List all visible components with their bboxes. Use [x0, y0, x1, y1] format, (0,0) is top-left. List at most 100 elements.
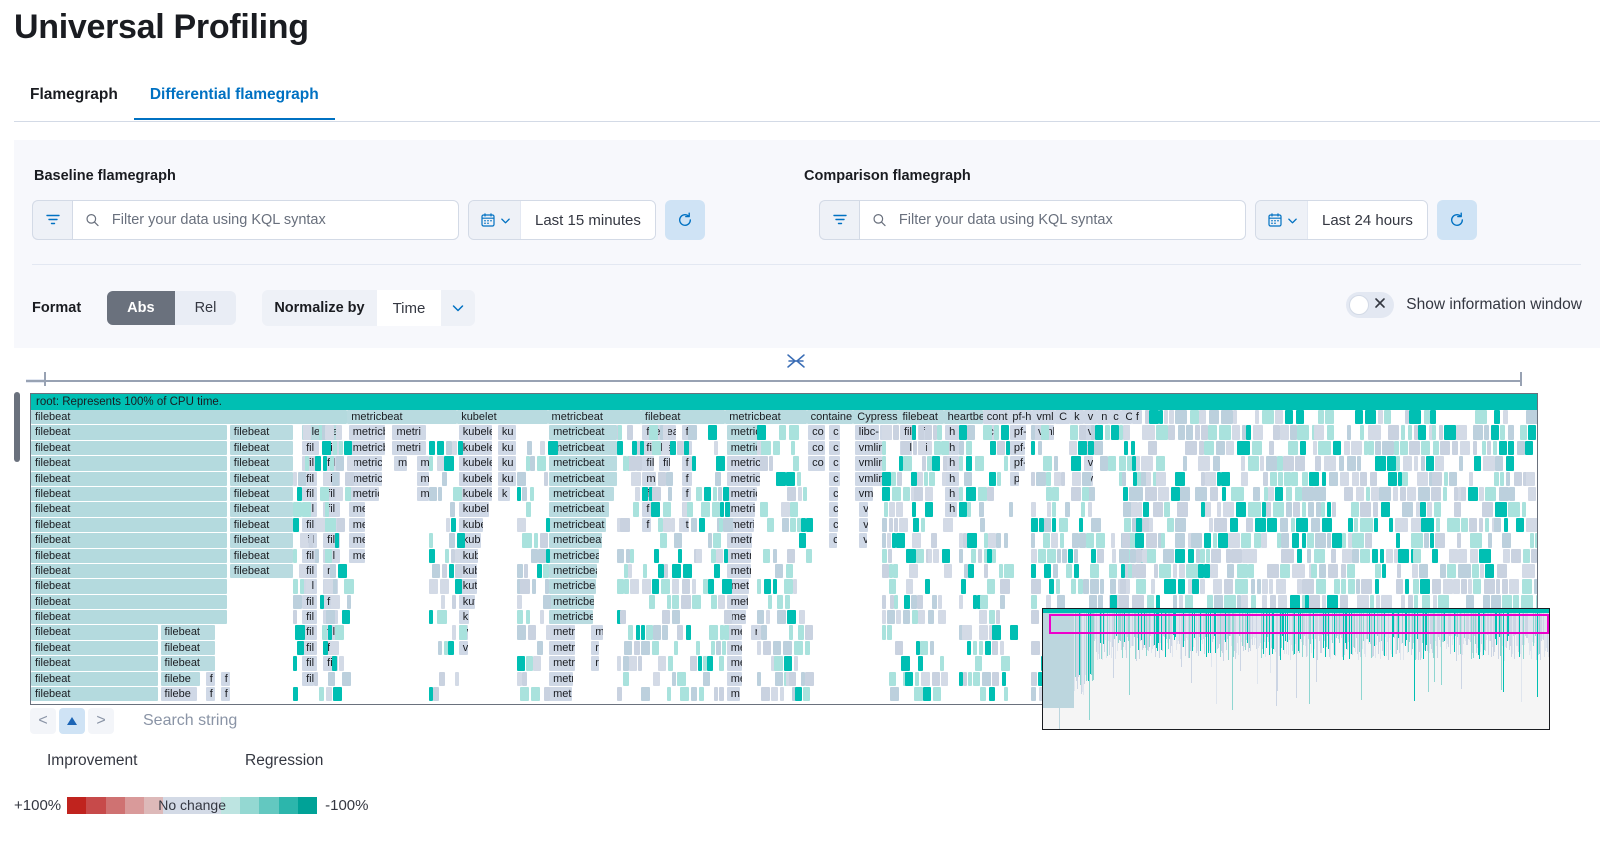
flamegraph-frame[interactable] — [546, 625, 550, 639]
flamegraph-frame[interactable] — [1223, 456, 1233, 470]
flamegraph-frame[interactable] — [438, 487, 442, 501]
flamegraph-frame[interactable] — [1281, 549, 1294, 563]
flamegraph-frame[interactable] — [1419, 564, 1428, 578]
flamegraph-frame[interactable] — [987, 579, 995, 593]
flamegraph-frame[interactable] — [1031, 641, 1040, 655]
flamegraph-frame[interactable]: metricbeat — [549, 595, 594, 609]
flamegraph-frame[interactable] — [1526, 518, 1537, 532]
flamegraph-frame[interactable] — [530, 456, 535, 470]
flamegraph-frame[interactable]: m — [417, 487, 429, 501]
flamegraph-frame[interactable] — [882, 610, 886, 624]
flamegraph-frame[interactable] — [319, 687, 324, 701]
flamegraph-frame[interactable] — [889, 579, 896, 593]
flamegraph-frame[interactable] — [805, 672, 814, 686]
flamegraph-frame[interactable] — [711, 641, 715, 655]
flamegraph-frame[interactable] — [1342, 533, 1346, 547]
flamegraph-frame[interactable] — [1177, 502, 1188, 516]
flamegraph-frame[interactable] — [882, 564, 889, 578]
flamegraph-frame[interactable] — [687, 502, 694, 516]
flamegraph-frame[interactable] — [1517, 441, 1525, 455]
flamegraph-frame[interactable] — [1264, 487, 1268, 501]
flamegraph-frame[interactable] — [1186, 564, 1197, 578]
flamegraph-frame[interactable] — [1276, 579, 1286, 593]
flamegraph-frame[interactable] — [1062, 549, 1067, 563]
flamegraph-frame[interactable]: fil — [659, 456, 670, 470]
flamegraph-frame[interactable] — [1139, 441, 1146, 455]
flamegraph-frame[interactable]: metricbeat — [549, 518, 606, 532]
flamegraph-frame[interactable] — [1185, 595, 1193, 609]
flamegraph-frame[interactable] — [1466, 595, 1474, 609]
flamegraph-frame[interactable] — [1461, 410, 1474, 424]
flamegraph-frame[interactable] — [925, 502, 934, 516]
flamegraph-frame[interactable] — [1275, 487, 1283, 501]
flamegraph-frame[interactable] — [716, 641, 721, 655]
flamegraph-frame[interactable] — [1509, 579, 1519, 593]
flamegraph-frame[interactable]: filebeat — [161, 625, 215, 639]
flamegraph-frame[interactable]: fil — [302, 641, 317, 655]
flamegraph-frame[interactable] — [1266, 502, 1271, 516]
flamegraph-frame[interactable] — [1119, 456, 1126, 470]
flamegraph-frame[interactable]: metricl — [549, 625, 575, 639]
flamegraph-frame[interactable]: kubele — [459, 502, 489, 516]
flamegraph-frame[interactable] — [713, 533, 721, 547]
flamegraph-frame[interactable] — [1072, 533, 1078, 547]
flamegraph-frame[interactable] — [1261, 533, 1267, 547]
flamegraph-frame[interactable] — [633, 502, 639, 516]
flamegraph-frame[interactable] — [1494, 410, 1500, 424]
flamegraph-frame[interactable] — [994, 425, 999, 439]
flamegraph-frame[interactable] — [1145, 487, 1157, 501]
flamegraph-frame[interactable] — [1352, 533, 1365, 547]
flamegraph-frame[interactable] — [442, 472, 447, 486]
flamegraph-frame[interactable]: me — [349, 533, 366, 547]
flamegraph-frame[interactable] — [1479, 518, 1483, 532]
flamegraph-frame[interactable] — [761, 687, 771, 701]
flamegraph-frame[interactable] — [1484, 425, 1490, 439]
flamegraph-frame[interactable] — [1297, 549, 1302, 563]
flamegraph-frame[interactable] — [692, 456, 696, 470]
flamegraph-frame[interactable] — [1262, 410, 1274, 424]
flamegraph-frame[interactable] — [455, 672, 459, 686]
flamegraph-frame[interactable] — [1381, 502, 1390, 516]
flamegraph-frame[interactable]: f — [1132, 410, 1143, 424]
flamegraph-frame[interactable] — [623, 656, 629, 670]
flamegraph-frame[interactable] — [1071, 579, 1076, 593]
flamegraph-frame[interactable]: filebeat — [31, 472, 227, 486]
flamegraph-frame[interactable] — [1269, 579, 1273, 593]
flamegraph-frame[interactable] — [1136, 579, 1140, 593]
flamegraph-frame[interactable] — [1001, 656, 1010, 670]
flamegraph-frame[interactable]: k — [459, 610, 470, 624]
flamegraph-frame[interactable] — [918, 610, 925, 624]
flamegraph-frame[interactable] — [672, 672, 677, 686]
flamegraph-frame[interactable] — [1209, 518, 1213, 532]
flamegraph-frame[interactable] — [309, 533, 313, 547]
flamegraph-frame[interactable]: fil — [302, 656, 317, 670]
flamegraph-frame[interactable] — [703, 672, 710, 686]
flamegraph-frame[interactable] — [1476, 441, 1482, 455]
flamegraph-frame[interactable]: m — [417, 472, 429, 486]
flamegraph-frame[interactable] — [429, 456, 433, 470]
flamegraph-frame[interactable] — [345, 487, 352, 501]
flamegraph-frame[interactable] — [767, 518, 774, 532]
flamegraph-frame[interactable] — [680, 687, 689, 701]
flamegraph-frame[interactable]: filebeat — [31, 656, 158, 670]
flamegraph-frame[interactable] — [646, 625, 653, 639]
flamegraph-frame[interactable] — [1321, 502, 1325, 516]
flamegraph-frame[interactable] — [975, 456, 984, 470]
flamegraph-frame[interactable] — [455, 564, 461, 578]
flamegraph-frame[interactable]: c — [829, 533, 837, 547]
flamegraph-frame[interactable] — [1041, 425, 1049, 439]
flamegraph-frame[interactable] — [1164, 502, 1170, 516]
flamegraph-frame[interactable] — [888, 549, 892, 563]
flamegraph-frame[interactable] — [1495, 456, 1503, 470]
flamegraph-frame[interactable] — [903, 610, 910, 624]
flamegraph-frame[interactable] — [1209, 595, 1213, 609]
flamegraph-frame[interactable] — [959, 425, 967, 439]
flamegraph-frame[interactable] — [672, 564, 681, 578]
flamegraph-frame[interactable] — [966, 487, 975, 501]
flamegraph-frame[interactable] — [1536, 595, 1537, 609]
flamegraph-frame[interactable] — [1386, 549, 1393, 563]
flamegraph-frame[interactable] — [1536, 502, 1537, 516]
flamegraph-frame[interactable] — [1109, 564, 1117, 578]
flamegraph-frame[interactable] — [618, 425, 622, 439]
flamegraph-frame[interactable] — [548, 441, 557, 455]
